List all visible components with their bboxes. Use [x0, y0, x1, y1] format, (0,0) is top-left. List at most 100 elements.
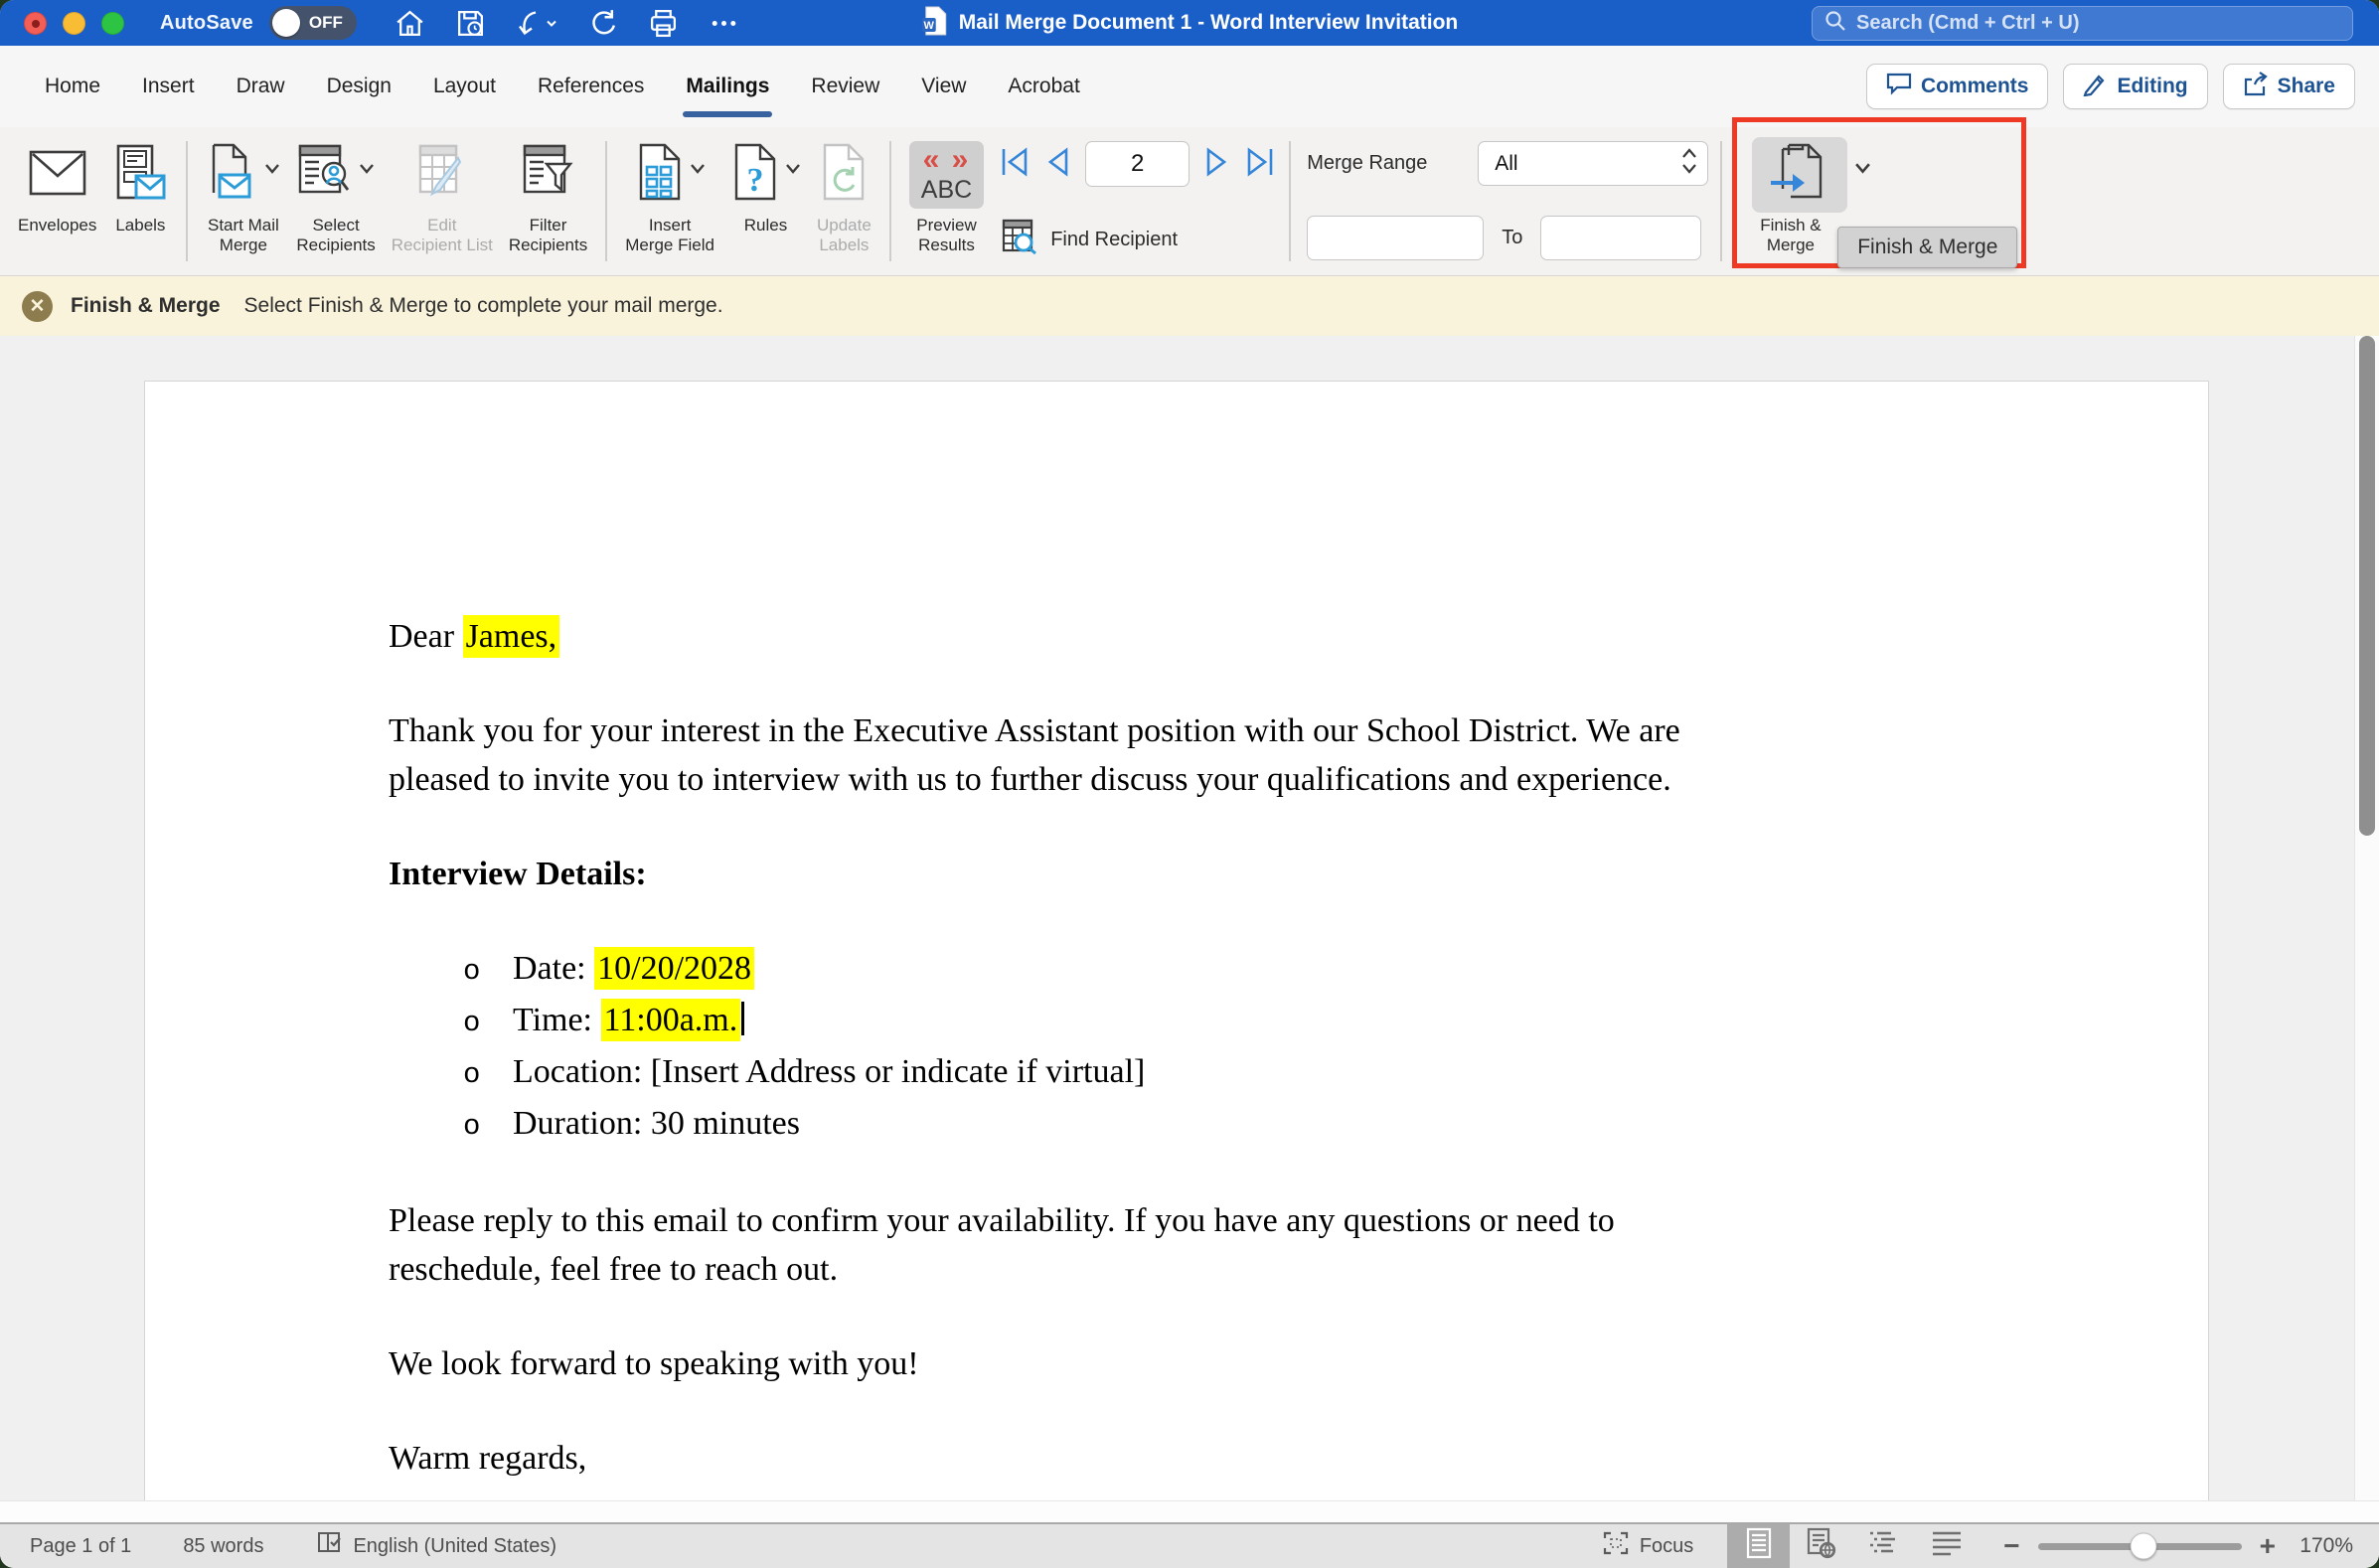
undo-icon[interactable]	[516, 8, 557, 39]
horizontal-scrollbar[interactable]	[0, 1500, 2379, 1522]
vertical-scrollbar-thumb[interactable]	[2359, 336, 2375, 836]
search-input[interactable]: Search (Cmd + Ctrl + U)	[1812, 6, 2353, 41]
dismiss-notification-icon[interactable]: ✕	[22, 291, 53, 322]
start-mail-merge-label: Start Mail Merge	[208, 216, 279, 255]
comments-button[interactable]: Comments	[1866, 64, 2049, 109]
focus-button[interactable]: Focus	[1603, 1531, 1693, 1561]
merge-from-input[interactable]	[1307, 216, 1484, 260]
print-layout-view-button[interactable]	[1727, 1524, 1790, 1568]
insert-merge-field-button[interactable]: Insert Merge Field	[617, 135, 722, 257]
notification-bar: ✕ Finish & Merge Select Finish & Merge t…	[0, 276, 2379, 336]
tab-draw[interactable]: Draw	[216, 46, 306, 127]
last-record-button[interactable]	[1245, 146, 1275, 183]
bullet-marker: o	[463, 1050, 513, 1099]
record-number-input[interactable]	[1085, 141, 1190, 187]
tab-acrobat[interactable]: Acrobat	[987, 46, 1100, 127]
close-window-button[interactable]	[24, 12, 47, 35]
traffic-lights	[24, 12, 124, 35]
word-count[interactable]: 85 words	[183, 1535, 263, 1558]
select-recipients-button[interactable]: Select Recipients	[288, 135, 383, 257]
finish-merge-group: Finish & Merge Finish & Merge	[1746, 135, 1877, 271]
document-page[interactable]: Dear James, Thank you for your interest …	[144, 381, 2209, 1522]
list-item-duration: o Duration: 30 minutes	[463, 1099, 1965, 1151]
notification-message: Select Finish & Merge to complete your m…	[244, 294, 723, 318]
tab-review[interactable]: Review	[790, 46, 900, 127]
notification-title: Finish & Merge	[71, 294, 221, 318]
next-record-button[interactable]	[1204, 146, 1230, 183]
merge-to-input[interactable]	[1540, 216, 1701, 260]
zoom-window-button[interactable]	[101, 12, 124, 35]
finish-merge-button[interactable]	[1752, 137, 1847, 213]
vertical-scrollbar[interactable]	[2354, 336, 2379, 1500]
interview-details-list: o Date: 10/20/2028 o Time: 11:00a.m. o L…	[463, 944, 1965, 1151]
edit-recipient-list-label: Edit Recipient List	[392, 216, 493, 255]
list-item-date: o Date: 10/20/2028	[463, 944, 1965, 996]
editing-label: Editing	[2117, 75, 2187, 98]
envelope-icon	[29, 150, 86, 201]
select-recipients-label: Select Recipients	[296, 216, 375, 255]
more-options-icon[interactable]	[709, 8, 739, 39]
tab-home[interactable]: Home	[24, 46, 121, 127]
tab-mailings[interactable]: Mailings	[665, 46, 790, 127]
svg-text:W: W	[924, 20, 935, 32]
save-icon[interactable]	[455, 8, 486, 39]
labels-button[interactable]: Labels	[104, 135, 176, 237]
insert-merge-field-icon	[635, 143, 685, 208]
zoom-slider-knob[interactable]	[2131, 1533, 2157, 1560]
focus-icon	[1603, 1531, 1629, 1561]
ribbon-separator	[186, 141, 188, 261]
tab-view[interactable]: View	[900, 46, 987, 127]
redo-icon[interactable]	[587, 8, 618, 39]
envelopes-label: Envelopes	[18, 216, 96, 235]
editing-button[interactable]: Editing	[2063, 64, 2207, 109]
paragraph-reply: Please reply to this email to confirm yo…	[389, 1196, 1965, 1294]
mailings-ribbon: Envelopes Labels Start Mail Merge	[0, 127, 2379, 276]
start-mail-merge-button[interactable]: Start Mail Merge	[198, 135, 288, 257]
web-layout-view-button[interactable]	[1790, 1524, 1852, 1568]
autosave-toggle[interactable]: OFF	[269, 6, 357, 40]
text-cursor	[741, 1002, 744, 1035]
zoom-out-button[interactable]: −	[2003, 1530, 2019, 1562]
find-recipient-button[interactable]: Find Recipient	[1000, 219, 1275, 260]
tab-references[interactable]: References	[517, 46, 665, 127]
draft-icon	[1931, 1530, 1963, 1562]
bullet-marker: o	[463, 1102, 513, 1151]
first-record-button[interactable]	[1000, 146, 1030, 183]
home-icon[interactable]	[395, 8, 425, 39]
merge-range-select[interactable]: All	[1478, 141, 1708, 186]
greeting-line: Dear James,	[389, 612, 1965, 661]
zoom-level[interactable]: 170%	[2276, 1534, 2353, 1558]
ribbon-separator	[1289, 141, 1291, 261]
insert-merge-field-label: Insert Merge Field	[625, 216, 714, 255]
share-button[interactable]: Share	[2223, 64, 2355, 109]
to-label: To	[1502, 227, 1522, 249]
previous-record-button[interactable]	[1044, 146, 1070, 183]
focus-label: Focus	[1640, 1535, 1693, 1558]
draft-view-button[interactable]	[1915, 1524, 1978, 1568]
tab-design[interactable]: Design	[306, 46, 412, 127]
update-labels-icon	[819, 143, 869, 208]
page-count[interactable]: Page 1 of 1	[30, 1535, 131, 1558]
minimize-window-button[interactable]	[63, 12, 85, 35]
print-icon[interactable]	[648, 8, 679, 39]
language-label: English (United States)	[353, 1535, 556, 1558]
zoom-slider[interactable]	[2038, 1543, 2242, 1550]
chevron-down-icon	[359, 162, 375, 180]
toggle-knob	[272, 9, 300, 37]
outline-view-button[interactable]	[1852, 1524, 1915, 1568]
envelopes-button[interactable]: Envelopes	[10, 135, 104, 237]
rules-label: Rules	[744, 216, 787, 235]
tab-layout[interactable]: Layout	[412, 46, 517, 127]
merge-field-date: 10/20/2028	[594, 947, 754, 990]
zoom-in-button[interactable]: +	[2260, 1530, 2276, 1562]
filter-recipients-label: Filter Recipients	[509, 216, 587, 255]
stepper-icon	[1681, 148, 1697, 180]
proofing-status[interactable]: English (United States)	[315, 1530, 556, 1562]
closing-line: Warm regards,	[389, 1434, 1965, 1483]
rules-button[interactable]: ? Rules	[722, 135, 809, 237]
chevron-down-icon	[690, 162, 706, 180]
filter-recipients-button[interactable]: Filter Recipients	[501, 135, 595, 257]
finish-merge-tooltip: Finish & Merge	[1837, 227, 2017, 268]
tab-insert[interactable]: Insert	[121, 46, 216, 127]
preview-results-button[interactable]: « » ABC Preview Results	[901, 135, 992, 257]
